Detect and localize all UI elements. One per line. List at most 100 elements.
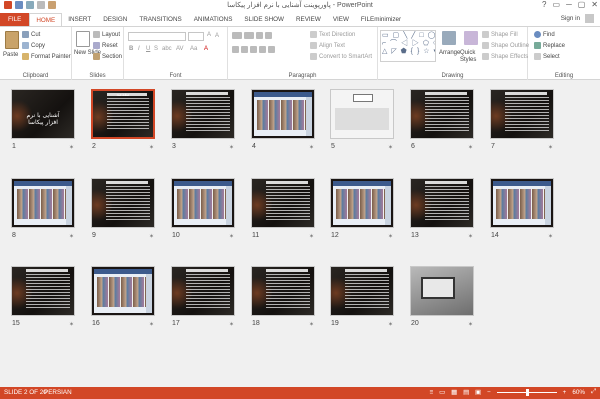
slide-thumbnail[interactable] (330, 178, 394, 228)
tab-file[interactable]: FILE (0, 13, 30, 26)
normal-view-icon[interactable]: ▭ (439, 389, 445, 396)
section-button[interactable]: Section (93, 53, 122, 60)
help-button[interactable]: ? (542, 0, 546, 9)
slide-thumbnail[interactable] (171, 89, 235, 139)
quick-styles-icon[interactable] (464, 31, 478, 45)
tab-transitions[interactable]: TRANSITIONS (133, 13, 187, 26)
sign-in-link[interactable]: Sign in (561, 15, 580, 22)
maximize-button[interactable]: ▢ (578, 0, 586, 9)
underline-button[interactable]: U (146, 46, 150, 52)
slide-thumbnail[interactable] (171, 266, 235, 316)
find-button[interactable]: Find (534, 31, 555, 38)
zoom-in-button[interactable]: + (563, 389, 567, 396)
avatar[interactable] (585, 14, 594, 23)
align-buttons[interactable] (232, 46, 275, 53)
language-indicator[interactable]: PERSIAN (44, 389, 72, 396)
font-name-box[interactable] (128, 32, 186, 41)
fit-slide-icon[interactable]: ⤢ (591, 388, 596, 396)
quick-styles-button[interactable]: Quick Styles (460, 50, 478, 64)
shadow-button[interactable]: abc (162, 46, 172, 52)
slide-thumbnail[interactable] (251, 266, 315, 316)
bold-button[interactable]: B (129, 46, 133, 52)
transition-star-icon[interactable]: ✶ (69, 233, 74, 240)
notes-icon[interactable]: ≡ (429, 389, 433, 396)
zoom-slider[interactable] (496, 388, 557, 396)
align-text-button[interactable]: Align Text (310, 42, 345, 49)
cut-button[interactable]: Cut (22, 31, 40, 38)
tab-view[interactable]: VIEW (327, 13, 355, 26)
tab-review[interactable]: REVIEW (290, 13, 327, 26)
slide-sorter-view-icon[interactable]: ▦ (451, 389, 457, 396)
reading-view-icon[interactable]: ▤ (463, 389, 469, 396)
shape-outline-button[interactable]: Shape Outline (482, 42, 529, 49)
select-button[interactable]: Select (534, 53, 560, 60)
transition-star-icon[interactable]: ✶ (149, 321, 154, 328)
copy-button[interactable]: Copy (22, 42, 45, 49)
transition-star-icon[interactable]: ✶ (309, 144, 314, 151)
arrange-icon[interactable] (442, 31, 456, 45)
tab-animations[interactable]: ANIMATIONS (188, 13, 239, 26)
transition-star-icon[interactable]: ✶ (468, 233, 473, 240)
strikethrough-button[interactable]: S (154, 46, 158, 52)
font-color-button[interactable]: A (204, 46, 208, 52)
transition-star-icon[interactable]: ✶ (548, 233, 553, 240)
shape-fill-button[interactable]: Shape Fill (482, 31, 518, 38)
grow-font-button[interactable]: A (207, 32, 211, 38)
slide-thumbnail[interactable] (251, 178, 315, 228)
character-spacing-button[interactable]: AV (176, 46, 184, 52)
slide-thumbnail[interactable] (11, 266, 75, 316)
slide-thumbnail[interactable] (171, 178, 235, 228)
ribbon-display-button[interactable]: ▭ (553, 0, 561, 9)
slide-thumbnail[interactable] (91, 178, 155, 228)
slide-thumbnail[interactable] (330, 266, 394, 316)
slide-thumbnail[interactable] (91, 266, 155, 316)
arrange-button[interactable]: Arrange (439, 50, 460, 56)
shapes-gallery[interactable]: ▭ ▢ ╲ ╱ □ ◯ △ ⌐ ⌒ ◁ ▷ ⬠ ◇ ↕ △ ◸ ⬟ { } ☆ … (380, 30, 436, 62)
new-slide-icon[interactable] (76, 31, 90, 47)
text-direction-button[interactable]: Text Direction (310, 31, 355, 38)
transition-star-icon[interactable]: ✶ (468, 321, 473, 328)
slide-thumbnail[interactable]: مقدمه (91, 89, 155, 139)
format-painter-button[interactable]: Format Painter (22, 53, 71, 60)
tab-design[interactable]: DESIGN (97, 13, 133, 26)
slide-thumbnail[interactable] (410, 89, 474, 139)
slide-thumbnail[interactable] (330, 89, 394, 139)
transition-star-icon[interactable]: ✶ (69, 321, 74, 328)
transition-star-icon[interactable]: ✶ (309, 321, 314, 328)
transition-star-icon[interactable]: ✶ (388, 233, 393, 240)
minimize-button[interactable]: ─ (566, 0, 572, 9)
slide-thumbnail[interactable] (490, 89, 554, 139)
bullets-button[interactable] (232, 32, 272, 39)
change-case-button[interactable]: Aa (190, 46, 197, 52)
reset-button[interactable]: Reset (93, 42, 118, 49)
transition-star-icon[interactable]: ✶ (229, 233, 234, 240)
zoom-slider-thumb[interactable] (525, 388, 529, 396)
slide-sorter[interactable]: آشنایی با نرم افزار پیکاسا 1 ✶ مقدمه 2 ✶ 3 ✶ 4 ✶ 5… (0, 80, 600, 387)
slide-thumbnail[interactable] (410, 266, 474, 316)
slide-thumbnail[interactable]: آشنایی با نرم افزار پیکاسا (11, 89, 75, 139)
font-size-box[interactable] (188, 32, 204, 41)
transition-star-icon[interactable]: ✶ (149, 233, 154, 240)
transition-star-icon[interactable]: ✶ (69, 144, 74, 151)
paste-icon[interactable] (5, 31, 19, 49)
close-button[interactable]: ✕ (591, 0, 598, 9)
transition-star-icon[interactable]: ✶ (149, 144, 154, 151)
slide-thumbnail[interactable] (490, 178, 554, 228)
zoom-out-button[interactable]: − (487, 389, 491, 396)
tab-slide-show[interactable]: SLIDE SHOW (238, 13, 290, 26)
transition-star-icon[interactable]: ✶ (388, 144, 393, 151)
tab-fileminimizer[interactable]: FILEminimizer (355, 13, 407, 26)
slide-thumbnail[interactable] (251, 89, 315, 139)
transition-star-icon[interactable]: ✶ (548, 144, 553, 151)
shrink-font-button[interactable]: A (215, 33, 219, 39)
slide-thumbnail[interactable] (11, 178, 75, 228)
replace-button[interactable]: Replace (534, 42, 565, 49)
shape-effects-button[interactable]: Shape Effects (482, 53, 528, 60)
transition-star-icon[interactable]: ✶ (468, 144, 473, 151)
tab-home[interactable]: HOME (29, 13, 63, 26)
slide-thumbnail[interactable] (410, 178, 474, 228)
slideshow-view-icon[interactable]: ▣ (475, 389, 481, 396)
convert-smartart-button[interactable]: Convert to SmartArt (310, 53, 372, 60)
zoom-level[interactable]: 60% (572, 389, 585, 396)
transition-star-icon[interactable]: ✶ (229, 144, 234, 151)
